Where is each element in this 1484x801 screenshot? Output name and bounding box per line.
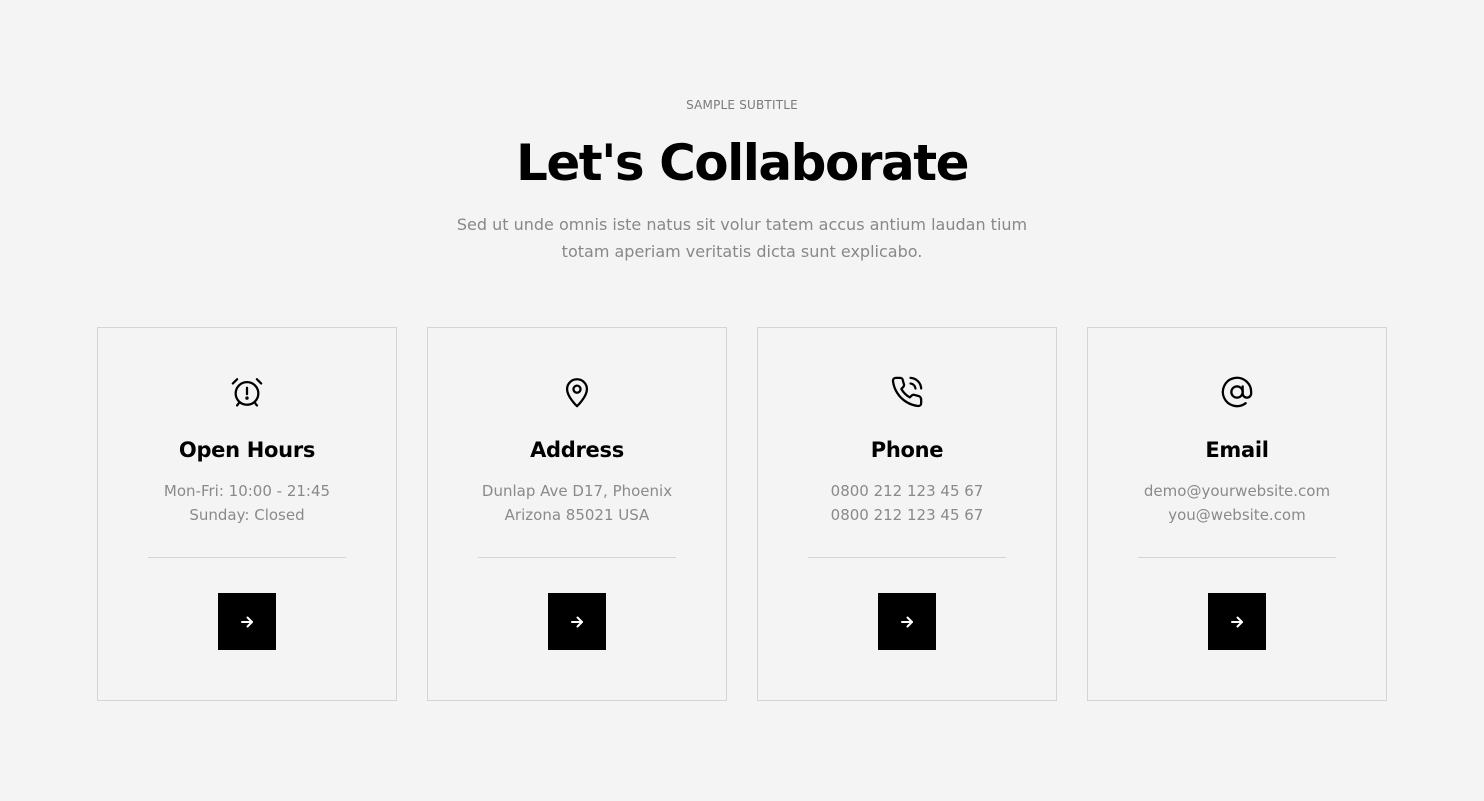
card-divider — [478, 557, 676, 558]
card-title: Email — [1205, 438, 1269, 462]
card-address: Address Dunlap Ave D17, Phoenix Arizona … — [427, 327, 727, 701]
section-lead: Sed ut unde omnis iste natus sit volur t… — [456, 215, 1028, 261]
card-title: Phone — [870, 438, 944, 462]
card-detail-line-1: Dunlap Ave D17, Phoenix — [481, 482, 673, 500]
alarm-clock-icon — [98, 375, 396, 411]
card-detail-line-1: Mon-Fri: 10:00 - 21:45 — [163, 482, 331, 500]
at-sign-icon — [1088, 375, 1386, 411]
card-title: Address — [530, 438, 624, 462]
arrow-right-icon — [901, 616, 913, 627]
card-open-hours: Open Hours Mon-Fri: 10:00 - 21:45 Sunday… — [97, 327, 397, 701]
phone-arrow-button[interactable] — [878, 593, 936, 650]
card-divider — [1138, 557, 1336, 558]
card-detail-line-2: Sunday: Closed — [189, 506, 305, 524]
open-hours-arrow-button[interactable] — [218, 593, 276, 650]
card-detail-line-2: 0800 212 123 45 67 — [830, 506, 984, 524]
card-email: Email demo@yourwebsite.com you@website.c… — [1087, 327, 1387, 701]
card-detail-line-2: Arizona 85021 USA — [504, 506, 650, 524]
card-detail-line-2: you@website.com — [1168, 506, 1306, 524]
card-detail-line-1: 0800 212 123 45 67 — [830, 482, 984, 500]
card-divider — [148, 557, 346, 558]
section-subtitle: SAMPLE SUBTITLE — [686, 98, 798, 112]
phone-call-icon — [758, 375, 1056, 411]
section-title: Let's Collaborate — [515, 134, 970, 192]
arrow-right-icon — [241, 616, 253, 627]
card-divider — [808, 557, 1006, 558]
map-pin-icon — [428, 375, 726, 411]
card-detail-line-1: demo@yourwebsite.com — [1143, 482, 1331, 500]
address-arrow-button[interactable] — [548, 593, 606, 650]
email-arrow-button[interactable] — [1208, 593, 1266, 650]
arrow-right-icon — [571, 616, 583, 627]
card-title: Open Hours — [178, 438, 316, 462]
arrow-right-icon — [1231, 616, 1243, 627]
card-phone: Phone 0800 212 123 45 67 0800 212 123 45… — [757, 327, 1057, 701]
